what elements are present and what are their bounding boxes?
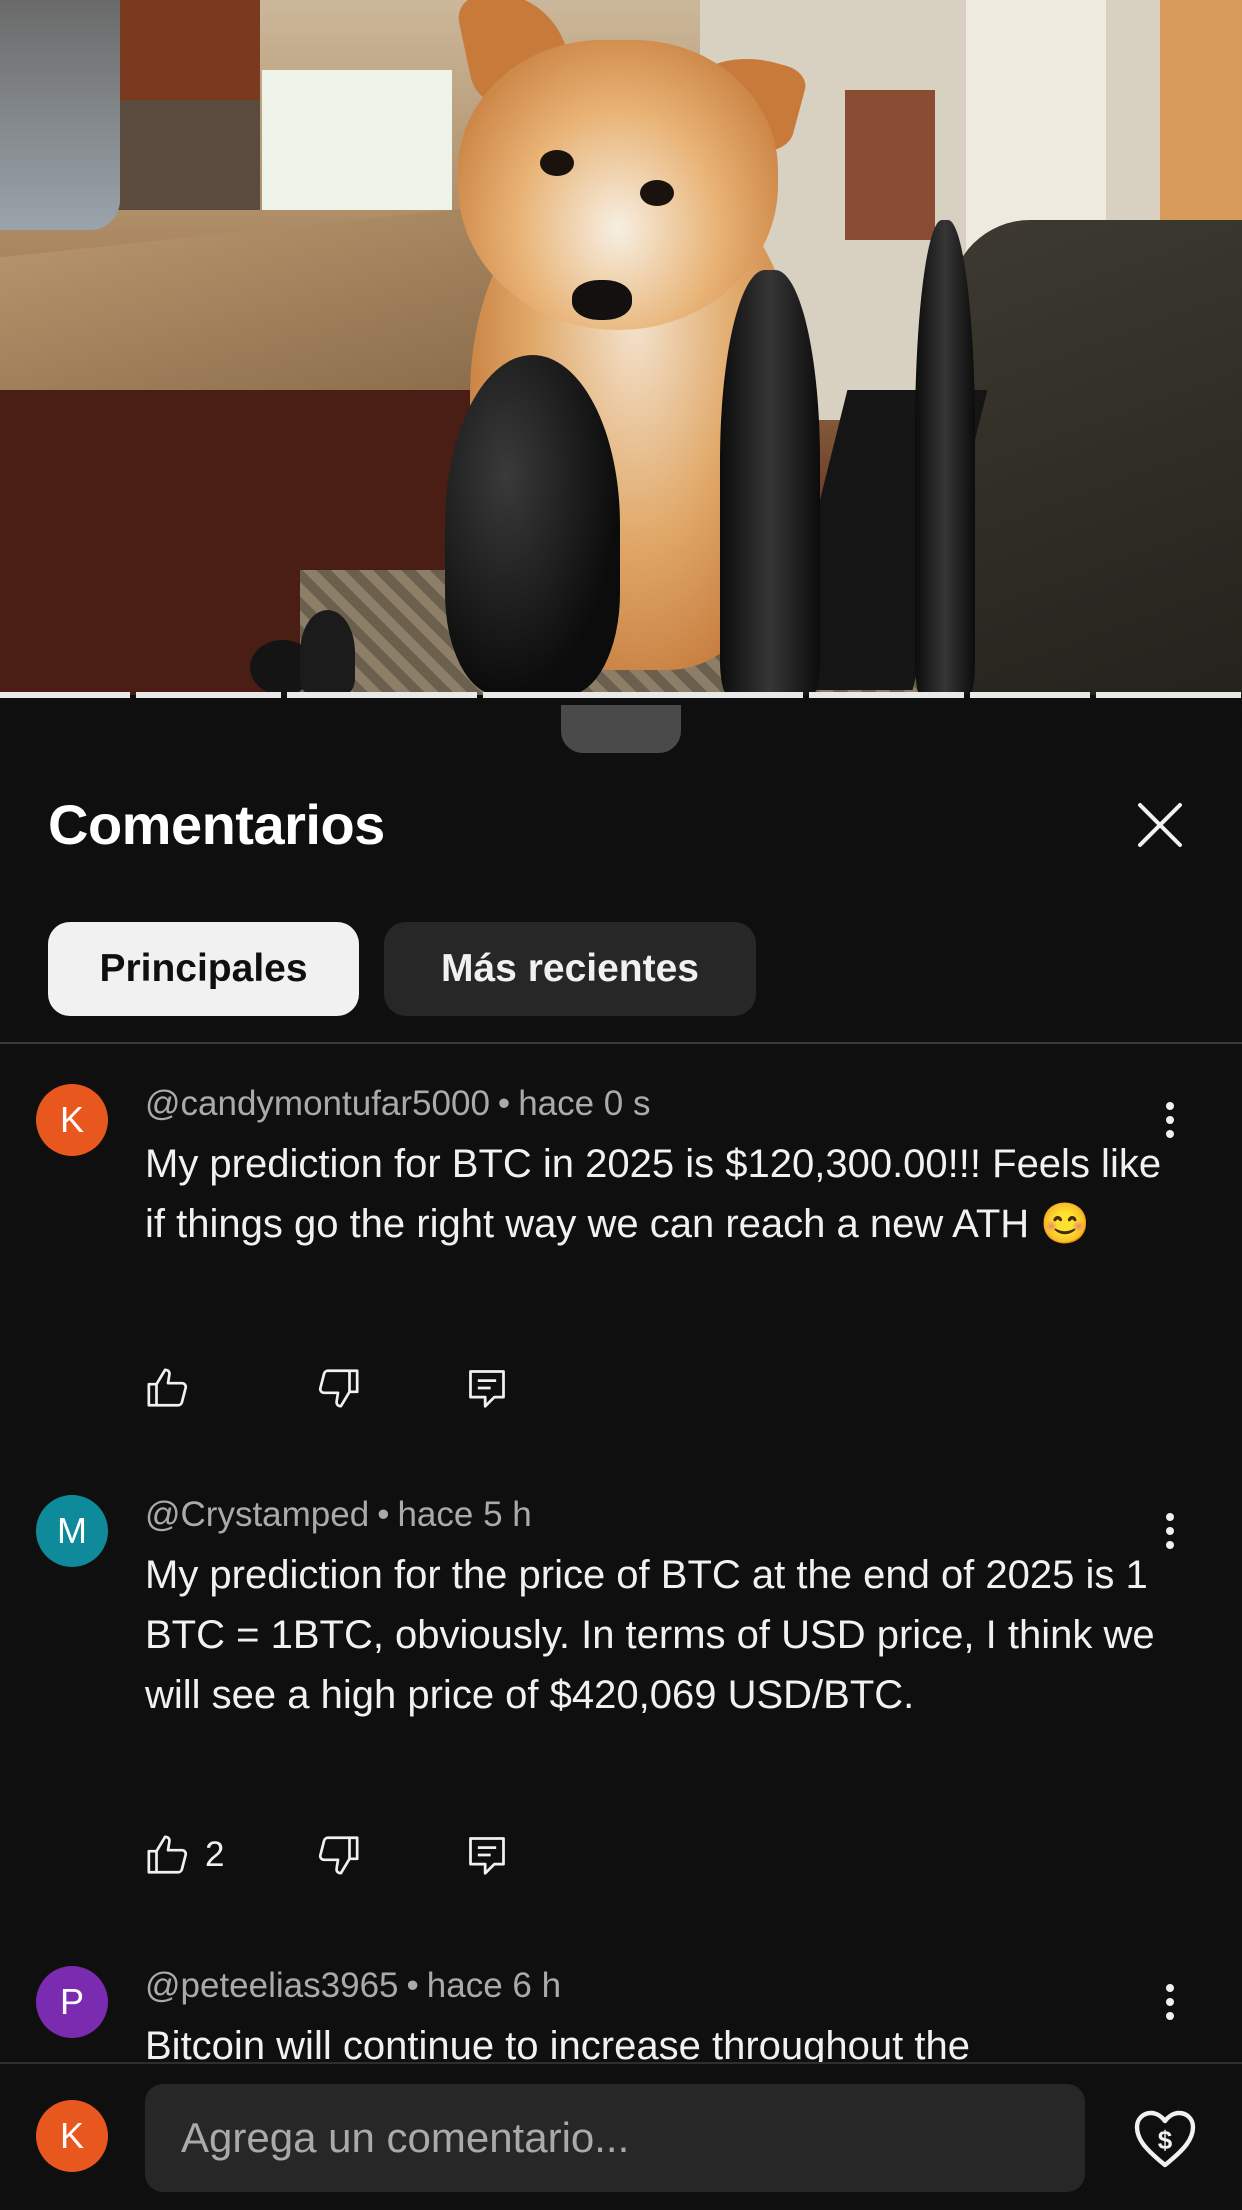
chapter-segment [287,692,477,698]
avatar-letter: K [59,2115,84,2156]
reply-button[interactable] [465,1832,509,1878]
reply-comment-icon [469,1370,505,1408]
like-count: 2 [205,1835,225,1874]
like-button[interactable] [145,1365,315,1411]
comment-meta: @peteelias3965 • hace 6 h [145,1966,561,2006]
chapter-segment [1096,692,1241,698]
video-scene-brick [845,90,935,240]
video-scene-dog-nose [572,280,632,320]
video-scene-backsplash [100,100,260,210]
comment-actions: 2 [145,1825,509,1885]
comment-author[interactable]: @Crystamped [145,1495,369,1534]
meta-separator: • [406,1966,419,2005]
chapter-segment [809,692,964,698]
video-scene-dog-eye [540,150,574,176]
video-scene-dog-eye [640,180,674,206]
comment-time: hace 0 s [518,1084,651,1123]
chapter-segment [483,692,803,698]
avatar[interactable]: P [36,1966,108,2038]
video-scene-window [262,70,452,210]
meta-separator: • [377,1495,390,1534]
chapter-segment [0,692,130,698]
video-scene-jacket [950,220,1242,695]
add-comment-input[interactable] [145,2084,1085,2192]
thumb-up-icon [147,1835,188,1874]
video-scene-person [0,0,120,230]
comment-meta: @candymontufar5000 • hace 0 s [145,1084,651,1124]
divider [0,1042,1242,1044]
filter-chip-top[interactable]: Principales [48,922,359,1016]
comment-author[interactable]: @candymontufar5000 [145,1084,490,1123]
thumb-down-icon [318,1369,359,1408]
avatar[interactable]: K [36,2100,108,2172]
dislike-button[interactable] [315,1832,465,1878]
comment-time: hace 6 h [426,1966,562,2005]
avatar-letter: K [59,1099,84,1140]
comment-text: Bitcoin will continue to increase throug… [145,2024,970,2062]
filter-chip-label: Más recientes [441,947,699,990]
filter-chip-newest[interactable]: Más recientes [384,922,756,1016]
super-thanks-button[interactable]: $ [1130,2104,1200,2174]
sheet-drag-handle[interactable] [561,705,681,753]
comment-author[interactable]: @peteelias3965 [145,1966,399,2005]
avatar-letter: P [59,1981,84,2022]
filter-chip-label: Principales [99,947,308,990]
comment-composer: K $ [0,2062,1242,2210]
video-scene-chair-post [720,270,820,695]
close-icon [1138,803,1182,847]
video-scene-chair-knob [300,610,355,695]
comment-time: hace 5 h [397,1495,532,1534]
reply-button[interactable] [465,1365,509,1411]
comment-actions [145,1358,509,1418]
like-button[interactable]: 2 [145,1832,315,1878]
close-button[interactable] [1130,795,1190,855]
avatar-letter: M [57,1510,87,1551]
video-player[interactable] [0,0,1242,695]
chapter-segment [970,692,1090,698]
dislike-button[interactable] [315,1365,465,1411]
comment-text: My prediction for the price of BTC at th… [145,1553,1155,1717]
avatar[interactable]: K [36,1084,108,1156]
meta-separator: • [497,1084,511,1123]
thumb-up-icon [147,1368,188,1407]
comments-title: Comentarios [48,793,385,856]
svg-text:$: $ [1158,2125,1173,2155]
chapter-segment [136,692,281,698]
avatar[interactable]: M [36,1495,108,1567]
comment-meta: @Crystamped • hace 5 h [145,1495,532,1535]
super-thanks-heart-dollar-icon: $ [1134,2110,1196,2168]
comment-text: My prediction for BTC in 2025 is $120,30… [145,1142,1162,1246]
video-scene-chair-post [915,220,975,695]
video-scene-chair-finial [445,355,620,695]
reply-comment-icon [469,1837,505,1875]
comment-list-clip: P @peteelias3965 • hace 6 h Bitcoin will c… [0,1930,1242,2062]
video-chapter-progress-bar[interactable] [0,692,1242,698]
thumb-down-icon [318,1836,359,1875]
